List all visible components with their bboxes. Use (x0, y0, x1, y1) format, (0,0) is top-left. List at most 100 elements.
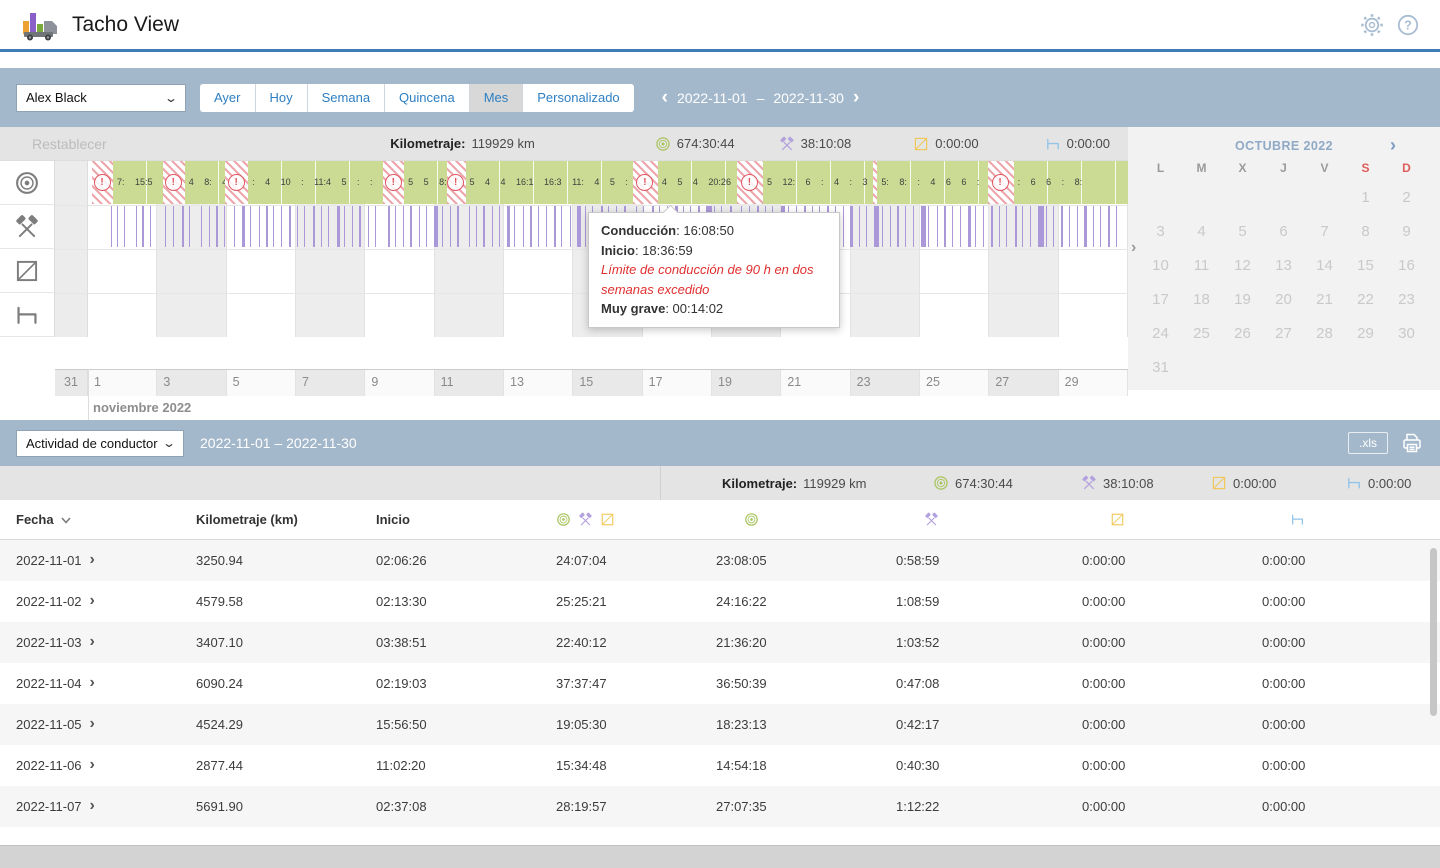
table-row[interactable]: 2022-11-02›4579.5802:13:3025:25:2124:16:… (0, 581, 1440, 622)
driving-segment[interactable]: : 6 6 : 8: (1014, 161, 1128, 204)
work-activity-tick[interactable] (209, 206, 210, 247)
violation-segment[interactable]: ! (447, 161, 466, 204)
calendar-day[interactable]: 8 (1345, 215, 1386, 249)
print-icon[interactable] (1400, 431, 1424, 455)
calendar-day[interactable]: 19 (1222, 283, 1263, 317)
work-activity-tick[interactable] (554, 206, 556, 247)
date-cell[interactable]: 2022-11-02› (0, 594, 180, 609)
work-activity-tick[interactable] (1053, 206, 1054, 247)
work-activity-tick[interactable] (304, 206, 305, 247)
row-expand-chevron-icon[interactable]: › (90, 552, 95, 568)
calendar-day[interactable]: 20 (1263, 283, 1304, 317)
calendar-day[interactable]: 29 (1345, 317, 1386, 351)
work-activity-tick[interactable] (1061, 206, 1063, 247)
work-activity-tick[interactable] (921, 206, 926, 247)
work-activity-tick[interactable] (457, 206, 459, 247)
row-expand-chevron-icon[interactable]: › (90, 593, 95, 609)
work-activity-tick[interactable] (410, 206, 412, 247)
calendar-day[interactable]: 23 (1386, 283, 1427, 317)
work-activity-tick[interactable] (189, 206, 190, 247)
work-activity-tick[interactable] (492, 206, 493, 247)
calendar-day[interactable]: 26 (1222, 317, 1263, 351)
work-activity-tick[interactable] (866, 206, 867, 247)
calendar-day[interactable]: 28 (1304, 317, 1345, 351)
date-cell[interactable]: 2022-11-07› (0, 799, 180, 814)
work-activity-tick[interactable] (234, 206, 235, 247)
calendar-day[interactable]: 24 (1140, 317, 1181, 351)
period-button-ayer[interactable]: Ayer (200, 84, 256, 112)
work-activity-tick[interactable] (890, 206, 891, 247)
help-icon[interactable]: ? (1396, 13, 1420, 37)
work-activity-tick[interactable] (442, 206, 443, 247)
work-activity-tick[interactable] (897, 206, 899, 247)
work-activity-tick[interactable] (419, 206, 420, 247)
driving-segment[interactable]: 5 5 8: 8: (404, 161, 447, 204)
work-activity-tick[interactable] (297, 206, 298, 247)
work-activity-tick[interactable] (328, 206, 329, 247)
work-activity-tick[interactable] (483, 206, 485, 247)
export-xls-button[interactable]: .xls (1348, 432, 1388, 454)
work-activity-tick[interactable] (182, 206, 184, 247)
work-activity-tick[interactable] (999, 206, 1000, 247)
row-expand-chevron-icon[interactable]: › (90, 675, 95, 691)
calendar-day[interactable]: 5 (1222, 215, 1263, 249)
work-activity-tick[interactable] (426, 206, 427, 247)
calendar-day[interactable]: 27 (1263, 317, 1304, 351)
calendar-next-icon[interactable]: › (1390, 135, 1396, 156)
violation-segment[interactable]: ! (163, 161, 185, 204)
work-activity-tick[interactable] (1100, 206, 1101, 247)
calendar-day[interactable]: 14 (1304, 249, 1345, 283)
work-activity-tick[interactable] (944, 206, 946, 247)
work-activity-tick[interactable] (1077, 206, 1078, 247)
work-activity-tick[interactable] (991, 206, 993, 247)
work-activity-tick[interactable] (136, 206, 137, 247)
work-activity-tick[interactable] (1116, 206, 1117, 247)
driving-segment[interactable]: 4 5 4 20:26 : : (658, 161, 737, 204)
row-expand-chevron-icon[interactable]: › (90, 757, 95, 773)
work-activity-tick[interactable] (375, 206, 376, 247)
work-activity-tick[interactable] (1022, 206, 1023, 247)
work-activity-tick[interactable] (165, 206, 166, 247)
work-activity-tick[interactable] (352, 206, 353, 247)
work-activity-tick[interactable] (1093, 206, 1094, 247)
work-activity-tick[interactable] (289, 206, 291, 247)
work-activity-tick[interactable] (250, 206, 251, 247)
calendar-day[interactable]: 25 (1181, 317, 1222, 351)
work-activity-tick[interactable] (224, 206, 225, 247)
work-activity-tick[interactable] (1006, 206, 1007, 247)
work-activity-tick[interactable] (843, 206, 844, 247)
violation-segment[interactable]: ! (988, 161, 1014, 204)
work-activity-tick[interactable] (321, 206, 322, 247)
violation-segment[interactable]: ! (92, 161, 113, 204)
work-activity-tick[interactable] (111, 206, 112, 247)
work-activity-tick[interactable] (585, 206, 586, 247)
column-header-inicio[interactable]: Inicio (360, 512, 540, 527)
work-activity-tick[interactable] (850, 206, 853, 247)
calendar-day[interactable]: 3 (1140, 215, 1181, 249)
calendar-day[interactable]: 30 (1386, 317, 1427, 351)
calendar-day[interactable]: 18 (1181, 283, 1222, 317)
calendar-collapse-icon[interactable]: › (1131, 239, 1136, 257)
work-activity-tick[interactable] (952, 206, 953, 247)
work-activity-tick[interactable] (577, 206, 581, 247)
work-activity-tick[interactable] (1046, 206, 1047, 247)
work-activity-tick[interactable] (337, 206, 340, 247)
work-activity-tick[interactable] (499, 206, 500, 247)
calendar-day[interactable]: 21 (1304, 283, 1345, 317)
work-activity-tick[interactable] (403, 206, 404, 247)
work-activity-tick[interactable] (859, 206, 860, 247)
work-activity-tick[interactable] (983, 206, 984, 247)
sort-chevron-icon[interactable] (61, 512, 71, 527)
work-activity-tick[interactable] (514, 206, 515, 247)
violation-segment[interactable]: ! (225, 161, 248, 204)
work-activity-tick[interactable] (117, 206, 118, 247)
work-activity-tick[interactable] (313, 206, 315, 247)
work-activity-tick[interactable] (546, 206, 547, 247)
driver-select[interactable]: Alex Black ⌄ (16, 84, 186, 112)
calendar-day[interactable]: 7 (1304, 215, 1345, 249)
calendar-day[interactable]: 15 (1345, 249, 1386, 283)
table-row[interactable]: 2022-11-06›2877.4411:02:2015:34:4814:54:… (0, 745, 1440, 786)
work-activity-tick[interactable] (273, 206, 274, 247)
work-activity-tick[interactable] (469, 206, 470, 247)
table-row[interactable]: 2022-11-01›3250.9402:06:2624:07:0423:08:… (0, 540, 1440, 581)
